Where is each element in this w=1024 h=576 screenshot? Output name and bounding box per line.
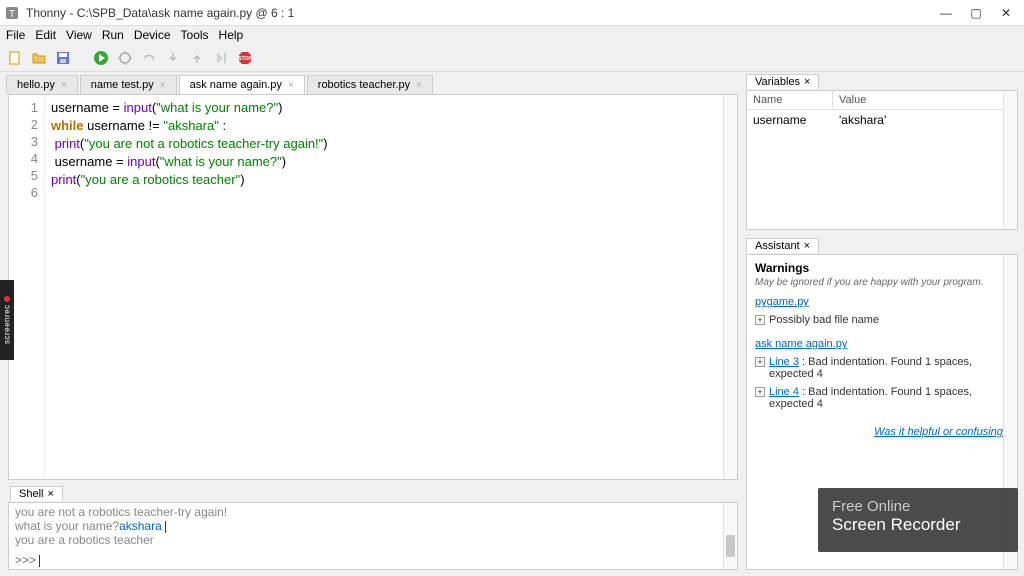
file-link-pygame[interactable]: pygame.py bbox=[755, 296, 809, 308]
close-icon[interactable]: × bbox=[61, 80, 67, 91]
menu-tools[interactable]: Tools bbox=[181, 28, 209, 42]
screen-recorder-overlay: Free Online Screen Recorder bbox=[818, 488, 1018, 552]
shell-tab[interactable]: Shell× bbox=[10, 486, 63, 501]
tab-robotics-teacher[interactable]: robotics teacher.py× bbox=[307, 75, 433, 94]
shell-panel[interactable]: you are not a robotics teacher-try again… bbox=[8, 502, 738, 570]
warning-item[interactable]: +Possibly bad file name bbox=[755, 314, 1009, 326]
close-icon[interactable]: × bbox=[288, 80, 294, 91]
step-into-icon[interactable] bbox=[164, 49, 182, 67]
close-icon[interactable]: × bbox=[804, 76, 810, 88]
variables-panel: Name Value username 'akshara' bbox=[746, 90, 1018, 230]
variables-scrollbar[interactable] bbox=[1003, 91, 1017, 229]
stop-icon[interactable]: STOP bbox=[236, 49, 254, 67]
menu-file[interactable]: File bbox=[6, 28, 25, 42]
step-over-icon[interactable] bbox=[140, 49, 158, 67]
editor-tabs: hello.py× name test.py× ask name again.p… bbox=[0, 72, 746, 94]
titlebar: T Thonny - C:\SPB_Data\ask name again.py… bbox=[0, 0, 1024, 26]
close-icon[interactable]: × bbox=[160, 80, 166, 91]
tab-hello[interactable]: hello.py× bbox=[6, 75, 78, 94]
svg-text:STOP: STOP bbox=[238, 56, 252, 62]
code-editor[interactable]: 123456 username = input("what is your na… bbox=[8, 94, 738, 480]
shell-scrollbar[interactable] bbox=[723, 503, 737, 569]
variables-tab[interactable]: Variables× bbox=[746, 74, 819, 89]
warning-item[interactable]: +Line 4 : Bad indentation. Found 1 space… bbox=[755, 386, 1009, 410]
expand-icon[interactable]: + bbox=[755, 315, 765, 325]
minimize-button[interactable]: — bbox=[940, 7, 952, 19]
var-col-name[interactable]: Name bbox=[747, 91, 833, 109]
open-file-icon[interactable] bbox=[30, 49, 48, 67]
close-icon[interactable]: × bbox=[416, 80, 422, 91]
menu-edit[interactable]: Edit bbox=[35, 28, 56, 42]
menu-run[interactable]: Run bbox=[102, 28, 124, 42]
resume-icon[interactable] bbox=[212, 49, 230, 67]
expand-icon[interactable]: + bbox=[755, 387, 765, 397]
app-icon: T bbox=[4, 5, 20, 21]
window-title: Thonny - C:\SPB_Data\ask name again.py @… bbox=[26, 6, 940, 20]
tab-name-test[interactable]: name test.py× bbox=[80, 75, 177, 94]
step-out-icon[interactable] bbox=[188, 49, 206, 67]
assistant-tab[interactable]: Assistant× bbox=[746, 238, 819, 253]
editor-scrollbar[interactable] bbox=[723, 95, 737, 479]
run-icon[interactable] bbox=[92, 49, 110, 67]
tab-ask-name-again[interactable]: ask name again.py× bbox=[179, 75, 305, 94]
menu-view[interactable]: View bbox=[66, 28, 92, 42]
save-icon[interactable] bbox=[54, 49, 72, 67]
close-button[interactable]: ✕ bbox=[1000, 7, 1012, 19]
warnings-heading: Warnings bbox=[755, 261, 1009, 275]
menu-help[interactable]: Help bbox=[219, 28, 244, 42]
svg-text:T: T bbox=[9, 9, 15, 20]
line-gutter: 123456 bbox=[9, 95, 45, 479]
file-link-ask-name[interactable]: ask name again.py bbox=[755, 338, 847, 350]
feedback-link[interactable]: Was it helpful or confusing? bbox=[874, 426, 1009, 438]
warning-item[interactable]: +Line 3 : Bad indentation. Found 1 space… bbox=[755, 356, 1009, 380]
expand-icon[interactable]: + bbox=[755, 357, 765, 367]
menu-device[interactable]: Device bbox=[134, 28, 171, 42]
debug-icon[interactable] bbox=[116, 49, 134, 67]
var-col-value[interactable]: Value bbox=[833, 91, 1017, 109]
close-icon[interactable]: × bbox=[804, 240, 810, 252]
maximize-button[interactable]: ▢ bbox=[970, 7, 982, 19]
code-content[interactable]: username = input("what is your name?") w… bbox=[45, 95, 737, 479]
screenrec-badge[interactable]: screenrec bbox=[0, 280, 14, 360]
close-icon[interactable]: × bbox=[47, 488, 53, 500]
record-icon bbox=[4, 296, 10, 302]
line-link[interactable]: Line 3 bbox=[769, 356, 799, 368]
toolbar: STOP bbox=[0, 44, 1024, 72]
new-file-icon[interactable] bbox=[6, 49, 24, 67]
menubar: File Edit View Run Device Tools Help bbox=[0, 26, 1024, 44]
var-row[interactable]: username 'akshara' bbox=[747, 110, 1017, 130]
line-link[interactable]: Line 4 bbox=[769, 386, 799, 398]
